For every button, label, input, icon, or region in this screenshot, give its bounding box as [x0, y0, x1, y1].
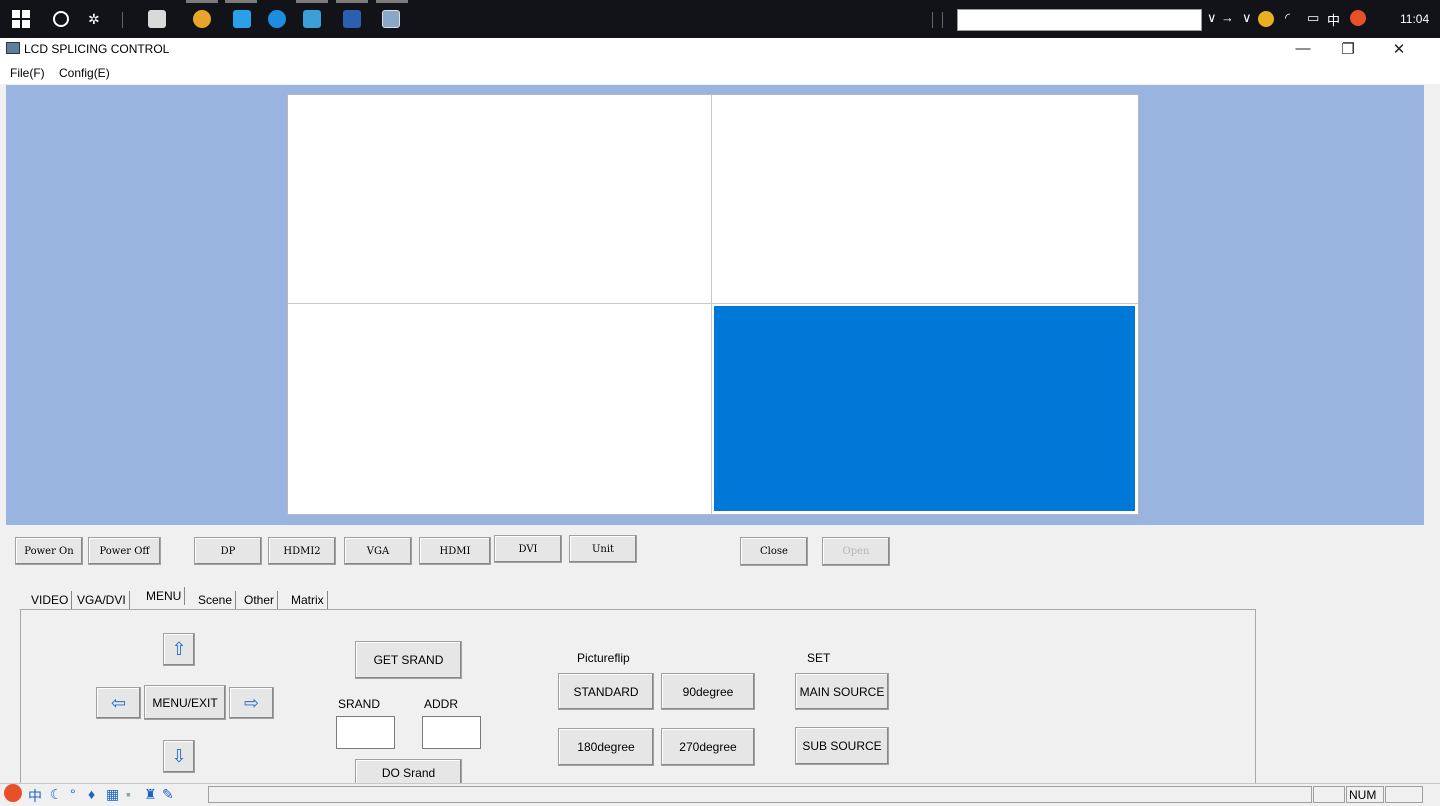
addr-input[interactable]	[422, 716, 481, 749]
ime-indicator[interactable]: 中	[1327, 10, 1340, 29]
menu-config[interactable]: Config(E)	[59, 66, 110, 80]
app-icon	[6, 42, 20, 54]
chrome-icon[interactable]	[193, 10, 211, 28]
addr-label: ADDR	[424, 697, 459, 711]
close-button[interactable]: Close	[740, 537, 808, 566]
menu-exit-button[interactable]: MENU/EXIT	[144, 685, 226, 720]
up-arrow-button[interactable]: ⇧	[163, 633, 195, 666]
get-srand-button[interactable]: GET SRAND	[355, 641, 462, 679]
restore-button[interactable]: ❐	[1333, 40, 1363, 58]
srand-label: SRAND	[338, 697, 381, 711]
keyboard-icon[interactable]: ▦	[106, 786, 119, 803]
unit-button[interactable]: Unit	[569, 535, 637, 563]
pictureflip-label: Pictureflip	[577, 651, 630, 665]
windows-start-icon[interactable]	[12, 10, 30, 28]
taskbar-running-indicator	[336, 0, 368, 3]
left-arrow-button[interactable]: ⇦	[96, 687, 141, 719]
270degree-button[interactable]: 270degree	[661, 728, 755, 766]
tray-app-icon[interactable]	[1258, 11, 1274, 27]
menu-file[interactable]: File(F)	[10, 66, 45, 80]
down-arrow-button[interactable]: ⇩	[163, 740, 195, 773]
status-pane-blank	[1313, 786, 1345, 803]
ie-icon[interactable]	[233, 10, 251, 28]
tab-scene[interactable]: Scene	[195, 591, 237, 609]
wall-cell-3[interactable]	[288, 304, 712, 514]
lcd-app-icon[interactable]	[382, 10, 400, 28]
ime-chinese-mode[interactable]: 中	[28, 786, 42, 806]
wall-cell-1[interactable]	[288, 95, 712, 304]
hdmi-button[interactable]: HDMI	[419, 537, 491, 565]
srand-input[interactable]	[336, 716, 395, 749]
video-wall	[287, 94, 1139, 515]
tab-other[interactable]: Other	[241, 591, 279, 609]
dvi-button[interactable]: DVI	[494, 535, 562, 563]
show-hidden-icons-icon[interactable]: ∨	[1242, 10, 1252, 26]
minimize-button[interactable]: —	[1288, 40, 1318, 57]
file-explorer-icon[interactable]	[303, 10, 321, 28]
wall-cell-2[interactable]	[712, 95, 1138, 304]
taskbar-running-indicator	[296, 0, 328, 3]
title-bar	[0, 38, 1440, 60]
taskbar-running-indicator	[225, 0, 257, 3]
battery-icon[interactable]: ▭	[1307, 10, 1319, 26]
wall-cell-4-selected[interactable]	[714, 306, 1135, 511]
status-num: NUM	[1346, 786, 1384, 803]
sub-source-button[interactable]: SUB SOURCE	[795, 727, 889, 765]
taskbar-separator	[942, 12, 943, 28]
wifi-icon[interactable]: ◜	[1285, 10, 1290, 26]
sogou-tray-icon[interactable]	[1350, 10, 1366, 26]
90degree-button[interactable]: 90degree	[661, 673, 755, 710]
dp-button[interactable]: DP	[194, 537, 262, 565]
go-arrow-icon[interactable]: →	[1221, 10, 1234, 25]
hdmi2-button[interactable]: HDMI2	[268, 537, 336, 565]
moon-icon[interactable]: ☾	[50, 786, 63, 803]
address-toolbar-input[interactable]	[957, 9, 1202, 31]
status-pane-main	[208, 786, 1312, 803]
main-source-button[interactable]: MAIN SOURCE	[795, 673, 889, 710]
taskbar-running-indicator	[186, 0, 218, 3]
taskbar-separator	[932, 12, 933, 28]
tab-matrix[interactable]: Matrix	[288, 591, 328, 609]
tab-video[interactable]: VIDEO	[28, 591, 73, 609]
mail-icon[interactable]	[148, 10, 166, 28]
cortana-icon[interactable]	[52, 10, 70, 28]
taskbar-separator	[122, 12, 123, 28]
punctuation-icon[interactable]: °	[70, 786, 76, 802]
taskbar-running-indicator	[376, 0, 408, 3]
skin-icon[interactable]: ♜	[144, 786, 157, 803]
set-label: SET	[807, 651, 831, 665]
vga-button[interactable]: VGA	[344, 537, 412, 565]
clock[interactable]: 11:04	[1400, 12, 1429, 26]
menu-bar	[0, 60, 1440, 84]
microphone-icon[interactable]: ♦	[88, 786, 95, 802]
standard-button[interactable]: STANDARD	[558, 673, 654, 710]
taskview-icon[interactable]: ✲	[88, 10, 106, 28]
power-off-button[interactable]: Power Off	[88, 537, 161, 565]
word-icon[interactable]	[343, 10, 361, 28]
wrench-icon[interactable]: ✎	[162, 786, 174, 803]
toolbox-icon[interactable]: ▪	[126, 786, 131, 802]
skype-icon[interactable]	[268, 10, 286, 28]
status-pane-blank	[1385, 786, 1423, 803]
tab-vga-dvi[interactable]: VGA/DVI	[74, 591, 130, 609]
open-button[interactable]: Open	[822, 537, 890, 566]
power-on-button[interactable]: Power On	[15, 537, 83, 565]
sogou-ime-icon[interactable]	[4, 784, 22, 802]
close-window-button[interactable]: ✕	[1384, 40, 1414, 58]
tab-menu[interactable]: MENU	[143, 587, 186, 605]
right-arrow-button[interactable]: ⇨	[229, 687, 274, 719]
window-title: LCD SPLICING CONTROL	[24, 42, 170, 56]
chevron-down-icon[interactable]: ∨	[1207, 10, 1217, 26]
180degree-button[interactable]: 180degree	[558, 728, 654, 766]
